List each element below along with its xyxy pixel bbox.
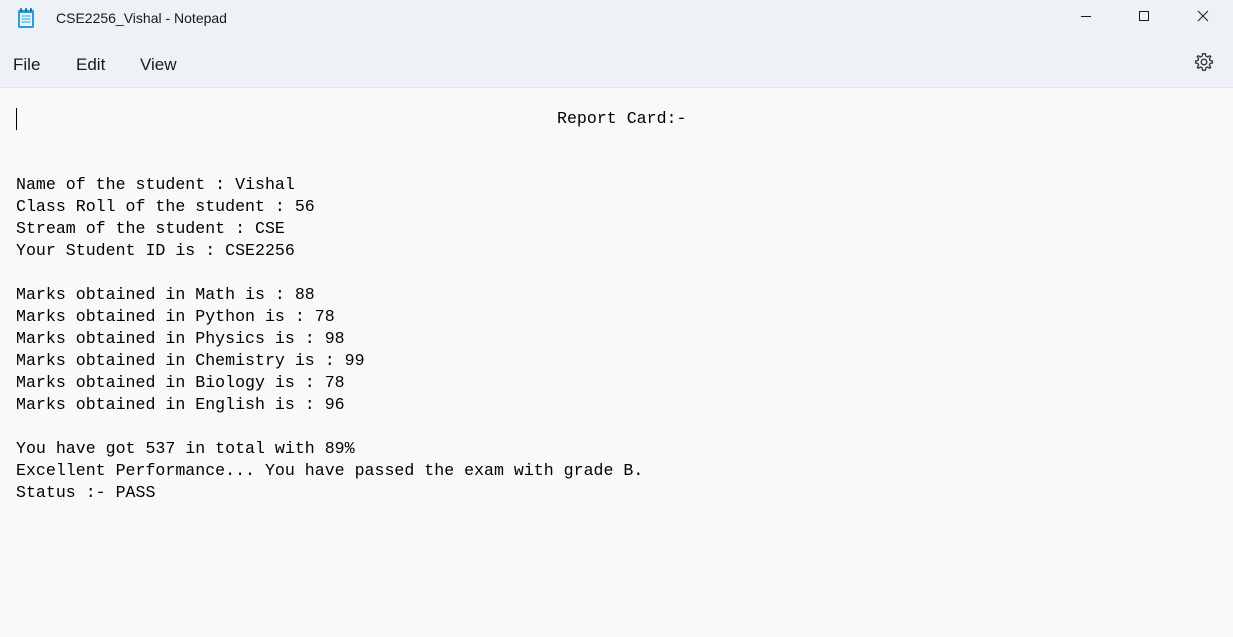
doc-line: Your Student ID is : CSE2256 (16, 241, 295, 260)
close-button[interactable] (1174, 0, 1232, 36)
notepad-icon (17, 7, 35, 29)
minimize-button[interactable] (1057, 0, 1115, 36)
title-bar[interactable]: CSE2256_Vishal - Notepad (0, 0, 1233, 36)
doc-line: Name of the student : Vishal (16, 175, 295, 194)
maximize-icon (1138, 9, 1150, 27)
settings-button[interactable] (1190, 50, 1218, 78)
doc-line: Marks obtained in Biology is : 78 (16, 373, 345, 392)
doc-line: Excellent Performance... You have passed… (16, 461, 644, 480)
doc-line: You have got 537 in total with 89% (16, 439, 355, 458)
text-cursor (16, 108, 17, 130)
menu-bar: File Edit View (0, 36, 1233, 88)
window-title: CSE2256_Vishal - Notepad (56, 10, 227, 26)
minimize-icon (1080, 9, 1092, 27)
menu-file[interactable]: File (13, 55, 40, 75)
close-icon (1197, 9, 1209, 27)
doc-line: Stream of the student : CSE (16, 219, 285, 238)
doc-line: Class Roll of the student : 56 (16, 197, 315, 216)
notepad-window: CSE2256_Vishal - Notepad File Edit View (0, 0, 1233, 637)
menu-view[interactable]: View (140, 55, 177, 75)
doc-line: Marks obtained in English is : 96 (16, 395, 345, 414)
menu-edit[interactable]: Edit (76, 55, 105, 75)
text-editor[interactable]: Report Card:- Name of the student : Vish… (0, 88, 1233, 637)
doc-line: Marks obtained in Physics is : 98 (16, 329, 345, 348)
maximize-button[interactable] (1115, 0, 1173, 36)
gear-icon (1194, 52, 1214, 77)
report-card-heading: Report Card:- (557, 109, 687, 128)
doc-line: Status :- PASS (16, 483, 156, 502)
doc-line: Marks obtained in Math is : 88 (16, 285, 315, 304)
doc-line: Marks obtained in Python is : 78 (16, 307, 335, 326)
doc-line: Marks obtained in Chemistry is : 99 (16, 351, 365, 370)
